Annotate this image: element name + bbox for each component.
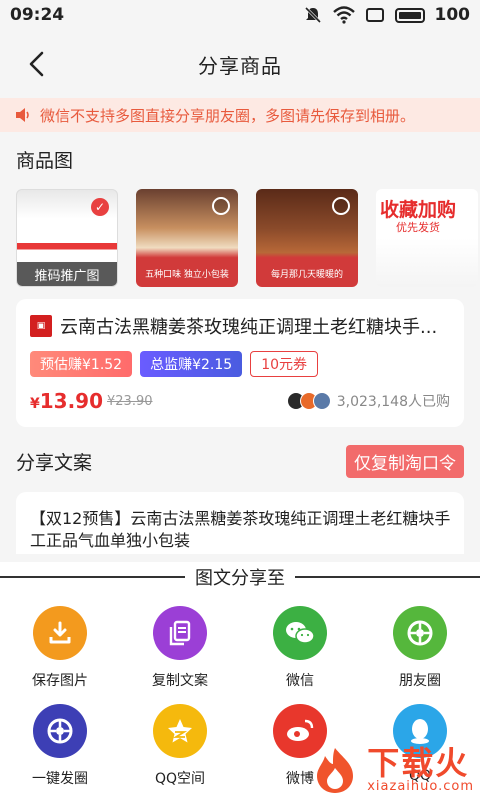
wechat-icon (273, 606, 327, 660)
notice-text: 微信不支持多图直接分享朋友圈，多图请先保存到相册。 (40, 106, 416, 125)
share-copy-text[interactable]: 【双12预售】云南古法黑糖姜茶玫瑰纯正调理土老红糖块手工正品气血单独小包装 (16, 492, 464, 554)
flame-logo-icon (317, 748, 354, 793)
product-image-3-caption: 每月那几天暖暖的 (270, 270, 343, 280)
select-circle-icon[interactable] (332, 197, 350, 215)
share-sheet: 图文分享至 保存图片 复制文案 微信 朋友圈 一键发圈 QQ空间 微博 QQ 下… (0, 562, 480, 800)
notice-bar: 微信不支持多图直接分享朋友圈，多图请先保存到相册。 (0, 98, 480, 132)
price: ¥13.90 (30, 389, 104, 413)
check-icon[interactable]: ✓ (91, 198, 109, 216)
mute-icon (304, 6, 321, 24)
share-sheet-header: 图文分享至 (0, 562, 480, 592)
promo-image-badge: 推码推广图 (17, 262, 117, 286)
moments-icon (393, 606, 447, 660)
share-label: 朋友圈 (399, 673, 441, 689)
estimate-earn-tag: 预估赚¥1.52 (30, 351, 133, 377)
qzone-icon (153, 704, 207, 758)
product-title: 云南古法黑糖姜茶玫瑰纯正调理土老红糖块手... (60, 317, 438, 338)
product-image-2-caption: 五种口味 独立小包装 (145, 270, 229, 280)
product-image-3[interactable]: 每月那几天暖暖的 (256, 189, 358, 287)
watermark-text: 下载火 xiazaihuo.com (367, 747, 474, 794)
product-image-1[interactable]: ✓ 推码推广图 (16, 189, 118, 287)
watermark-url: xiazaihuo.com (367, 778, 474, 794)
product-images-title: 商品图 (16, 150, 74, 172)
wifi-icon (332, 6, 355, 24)
share-copy-text-button[interactable]: 复制文案 (120, 606, 240, 690)
page-title: 分享商品 (198, 53, 282, 78)
status-time: 09:24 (10, 5, 65, 25)
share-label: QQ空间 (154, 771, 206, 787)
share-copy-header: 分享文案 仅复制淘口令 (0, 427, 480, 478)
download-icon (33, 606, 87, 660)
moments-icon (33, 704, 87, 758)
share-moments[interactable]: 朋友圈 (360, 606, 480, 690)
product-image-4-sub: 优先发货 (396, 221, 440, 234)
avatar (312, 392, 331, 410)
product-card[interactable]: ▣ 云南古法黑糖姜茶玫瑰纯正调理土老红糖块手... 预估赚¥1.52 总监赚¥2… (16, 299, 464, 427)
share-label: 微信 (286, 673, 314, 689)
original-price: ¥23.90 (107, 393, 153, 409)
share-label: 复制文案 (152, 673, 208, 689)
product-image-2[interactable]: 五种口味 独立小包装 (136, 189, 238, 287)
watermark-brand: 下载火 (367, 743, 470, 782)
watermark: 下载火 xiazaihuo.com (309, 744, 474, 796)
status-icons: 100 (303, 5, 471, 25)
tmall-shop-icon: ▣ (30, 315, 52, 337)
product-image-4[interactable]: 收藏加购 优先发货 (376, 189, 478, 287)
share-wechat[interactable]: 微信 (240, 606, 360, 690)
status-bar: 09:24 100 (0, 0, 480, 30)
buyers-count: 3,023,148人已购 (336, 394, 450, 410)
share-copy-title: 分享文案 (16, 452, 93, 474)
speaker-icon (16, 108, 29, 122)
share-sheet-title: 图文分享至 (185, 564, 295, 590)
share-label: 保存图片 (32, 673, 88, 689)
chevron-left-icon (29, 51, 44, 77)
share-save-image[interactable]: 保存图片 (0, 606, 120, 690)
buyers-info: 3,023,148人已购 (286, 391, 450, 411)
supervisor-earn-tag: 总监赚¥2.15 (140, 351, 243, 377)
battery-level: 100 (434, 5, 471, 25)
copy-icon (153, 606, 207, 660)
product-image-4-title: 收藏加购 (380, 199, 457, 221)
share-label: 一键发圈 (32, 771, 88, 787)
buyer-avatars (286, 392, 331, 410)
nav-bar: 分享商品 (0, 30, 480, 98)
battery-icon (394, 7, 425, 23)
share-qzone[interactable]: QQ空间 (120, 704, 240, 788)
select-circle-icon[interactable] (212, 197, 230, 215)
copy-taokouling-button[interactable]: 仅复制淘口令 (346, 445, 464, 478)
product-image-list: ✓ 推码推广图 五种口味 独立小包装 每月那几天暖暖的 收藏加购 优先发货 (0, 183, 480, 289)
coupon-tag: 10元券 (250, 351, 319, 377)
screen-icon (365, 8, 384, 22)
back-button[interactable] (22, 50, 50, 78)
share-one-click-post[interactable]: 一键发圈 (0, 704, 120, 788)
